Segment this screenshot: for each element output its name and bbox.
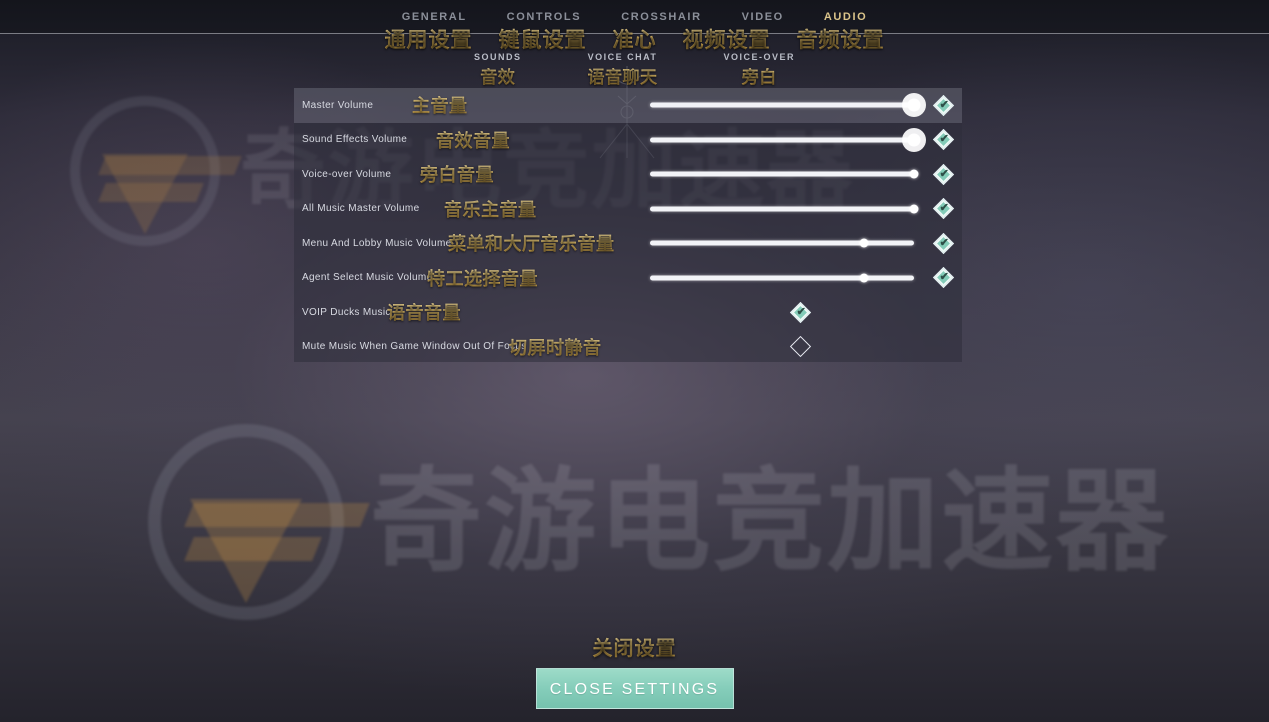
- sub-tab-label-cn: 语音聊天: [588, 63, 658, 88]
- setting-label-en: Voice-over Volume: [302, 168, 392, 180]
- close-settings-button[interactable]: CLOSE SETTINGS: [535, 668, 734, 709]
- setting-label-en: Mute Music When Game Window Out Of Focus: [302, 341, 527, 353]
- slider-thumb[interactable]: [859, 238, 869, 248]
- check-icon: ✔: [939, 236, 949, 249]
- volume-slider[interactable]: [650, 167, 919, 181]
- setting-label-en: Agent Select Music Volume: [302, 272, 433, 284]
- audio-settings-panel: Master Volume 主音量 ✔ Sound Effects Volume 音效音…: [294, 88, 962, 362]
- sub-tab-label-en: SOUNDS: [473, 52, 522, 62]
- volume-slider[interactable]: [650, 98, 921, 112]
- setting-label-cn: 主音量: [412, 92, 468, 118]
- slider-track[interactable]: [650, 240, 914, 246]
- watermark-logo-icon: [70, 96, 242, 246]
- setting-label-en: All Music Master Volume: [302, 203, 420, 215]
- footer: 关闭设置 CLOSE SETTINGS: [0, 632, 1269, 709]
- setting-label-cn: 音效音量: [436, 127, 510, 153]
- setting-label-cn: 切屏时静音: [509, 334, 602, 360]
- check-icon: ✔: [939, 167, 949, 180]
- settings-row: All Music Master Volume 音乐主音量 ✔: [294, 192, 962, 227]
- main-tab-general[interactable]: GENERAL: [402, 11, 467, 23]
- setting-label-cn: 音乐主音量: [444, 196, 537, 222]
- volume-slider[interactable]: [650, 133, 921, 147]
- volume-slider[interactable]: [650, 271, 914, 285]
- check-icon: ✔: [939, 132, 949, 145]
- slider-enable-checkbox[interactable]: ✔: [932, 94, 955, 116]
- background-watermark-main: 奇游电竞加速器: [148, 424, 1170, 620]
- slider-thumb[interactable]: [907, 98, 921, 112]
- watermark-logo-icon: [148, 424, 370, 620]
- settings-row: Mute Music When Game Window Out Of Focus…: [294, 330, 962, 363]
- settings-row: Agent Select Music Volume 特工选择音量 ✔: [294, 261, 962, 296]
- setting-checkbox[interactable]: ✔: [789, 301, 812, 323]
- slider-enable-checkbox[interactable]: ✔: [932, 163, 955, 185]
- slider-track[interactable]: [650, 206, 914, 212]
- slider-track[interactable]: [650, 275, 914, 281]
- setting-label-cn: 菜单和大厅音乐音量: [448, 230, 615, 256]
- setting-label-cn: 语音音量: [387, 299, 461, 325]
- watermark-text: 奇游电竞加速器: [370, 457, 1170, 587]
- sub-tab-label-cn: 旁白: [724, 63, 796, 88]
- sub-tab-label-en: VOICE-OVER: [723, 52, 796, 62]
- check-icon: ✔: [939, 98, 949, 111]
- slider-enable-checkbox[interactable]: ✔: [932, 128, 955, 151]
- main-tab-video[interactable]: VIDEO: [742, 11, 784, 23]
- slider-thumb[interactable]: [909, 204, 919, 214]
- setting-label-en: Sound Effects Volume: [302, 134, 408, 146]
- slider-thumb[interactable]: [907, 133, 921, 147]
- settings-row: Master Volume 主音量 ✔: [294, 88, 962, 123]
- check-icon: ✔: [939, 201, 949, 214]
- check-icon: ✔: [939, 270, 949, 283]
- slider-enable-checkbox[interactable]: ✔: [932, 266, 955, 289]
- main-tab-crosshair[interactable]: CROSSHAIR: [621, 11, 701, 23]
- main-tab-audio[interactable]: AUDIO: [824, 11, 867, 23]
- slider-track[interactable]: [650, 137, 914, 143]
- slider-thumb[interactable]: [859, 273, 869, 283]
- volume-slider[interactable]: [650, 236, 914, 250]
- setting-label-en: VOIP Ducks Music: [302, 306, 391, 318]
- main-tab-controls[interactable]: CONTROLS: [507, 11, 582, 23]
- sub-tab-label-cn: 音效: [474, 63, 522, 88]
- settings-row: Menu And Lobby Music Volume 菜单和大厅音乐音量 ✔: [294, 226, 962, 261]
- sub-tab-label-en: VOICE CHAT: [587, 52, 658, 62]
- setting-label-cn: 旁白音量: [420, 161, 494, 187]
- check-icon: ✔: [796, 305, 806, 318]
- setting-label-en: Menu And Lobby Music Volume: [302, 237, 452, 249]
- slider-enable-checkbox[interactable]: ✔: [932, 197, 955, 220]
- slider-track[interactable]: [650, 102, 914, 108]
- slider-thumb[interactable]: [909, 169, 919, 179]
- setting-label-en: Master Volume: [302, 99, 374, 111]
- slider-enable-checkbox[interactable]: ✔: [932, 232, 955, 254]
- sub-tab-list: SOUNDS 音效 VOICE CHAT 语音聊天 VOICE-OVER 旁白: [0, 52, 1269, 88]
- volume-slider[interactable]: [650, 202, 919, 216]
- settings-row: Voice-over Volume 旁白音量 ✔: [294, 157, 962, 192]
- sub-tab-sounds[interactable]: SOUNDS 音效: [474, 52, 522, 88]
- main-tab-list: GENERAL CONTROLS CROSSHAIR VIDEO AUDIO: [0, 0, 1269, 33]
- settings-screen: 奇游电竞加速器 奇游电竞加速器 GENERALCONTROLSCROSSHAIR…: [0, 0, 1269, 722]
- close-settings-translation: 关闭设置: [0, 632, 1269, 661]
- sub-tab-voice-chat[interactable]: VOICE CHAT 语音聊天: [588, 52, 658, 88]
- sub-tab-voice-over[interactable]: VOICE-OVER 旁白: [724, 52, 796, 88]
- settings-row: Sound Effects Volume 音效音量 ✔: [294, 123, 962, 158]
- slider-track[interactable]: [650, 171, 914, 177]
- settings-row: VOIP Ducks Music 语音音量 ✔: [294, 295, 962, 330]
- setting-checkbox[interactable]: ✔: [789, 335, 812, 358]
- top-navigation-divider: [0, 33, 1269, 34]
- setting-label-cn: 特工选择音量: [427, 265, 538, 291]
